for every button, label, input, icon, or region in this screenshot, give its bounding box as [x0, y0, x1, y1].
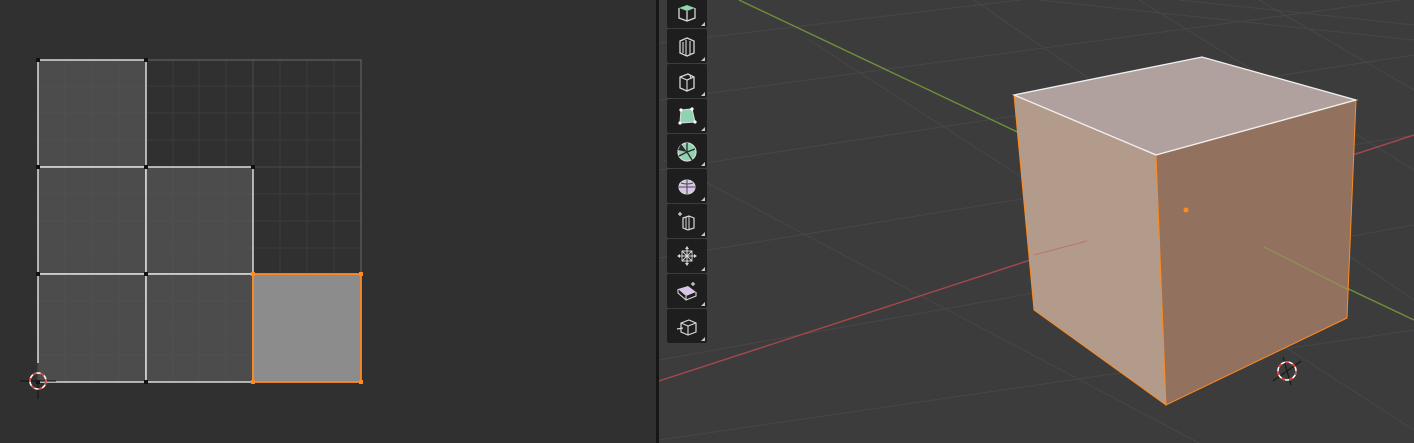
uv-face-selected[interactable] — [252, 273, 362, 383]
object-origin[interactable] — [1183, 207, 1189, 213]
loop-cut-button[interactable] — [667, 99, 707, 133]
shrink-fatten-button[interactable] — [667, 309, 707, 343]
spin-icon — [678, 212, 695, 231]
poly-build-button[interactable] — [667, 169, 707, 203]
shrink-fatten-icon — [676, 319, 697, 336]
spin-button[interactable] — [667, 204, 707, 238]
uv-vertex-selected[interactable] — [251, 380, 255, 384]
uv-vertex[interactable] — [144, 380, 148, 384]
bevel-button[interactable] — [667, 64, 707, 98]
uv-vertex[interactable] — [144, 58, 148, 62]
uv-face[interactable] — [145, 273, 254, 383]
uv-vertex-selected[interactable] — [359, 380, 363, 384]
inset-faces-button[interactable] — [667, 29, 707, 63]
cursor-3d-icon[interactable] — [1272, 356, 1302, 386]
uv-face[interactable] — [37, 166, 147, 275]
uv-face[interactable] — [145, 166, 254, 275]
uv-face[interactable] — [37, 273, 147, 383]
knife-button[interactable] — [667, 134, 707, 168]
viewport-canvas[interactable] — [659, 0, 1414, 443]
extrude-region-icon — [678, 5, 696, 22]
smooth-button[interactable] — [667, 239, 707, 273]
edge-slide-icon — [677, 282, 697, 301]
inset-faces-icon — [679, 37, 695, 57]
uv-vertex[interactable] — [251, 165, 255, 169]
tool-shelf — [667, 0, 707, 343]
uv-vertex-selected[interactable] — [251, 272, 255, 276]
uv-vertex[interactable] — [144, 272, 148, 276]
viewport-3d[interactable] — [659, 0, 1414, 443]
uv-canvas[interactable] — [0, 0, 656, 443]
uv-vertex[interactable] — [36, 58, 40, 62]
cube-mesh[interactable] — [1011, 56, 1359, 407]
smooth-icon — [677, 246, 697, 266]
uv-vertex[interactable] — [36, 272, 40, 276]
uv-vertex-selected[interactable] — [359, 272, 363, 276]
loop-cut-icon — [678, 107, 697, 125]
uv-vertex[interactable] — [144, 165, 148, 169]
knife-icon — [677, 142, 697, 162]
uv-face[interactable] — [37, 59, 147, 168]
uv-editor[interactable] — [0, 0, 656, 443]
uv-vertex[interactable] — [36, 165, 40, 169]
poly-build-icon — [678, 179, 696, 195]
extrude-region-button[interactable] — [667, 0, 707, 28]
bevel-icon — [679, 73, 695, 92]
edge-slide-button[interactable] — [667, 274, 707, 308]
